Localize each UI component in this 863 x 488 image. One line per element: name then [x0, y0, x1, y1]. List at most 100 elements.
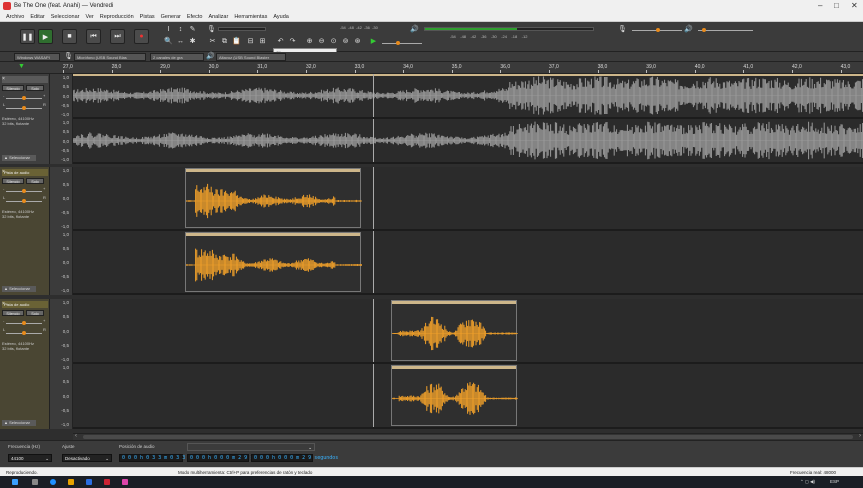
zoom-out-icon[interactable]: ⊖: [317, 37, 326, 46]
project-rate-select[interactable]: 44100 ⌄: [8, 454, 52, 462]
play-speed-slider[interactable]: [382, 43, 422, 44]
play-speed-knob[interactable]: [396, 41, 400, 45]
file-explorer-icon[interactable]: [68, 479, 74, 485]
language-indicator[interactable]: ESP: [830, 479, 839, 484]
record-meter[interactable]: [218, 27, 266, 31]
track-close-icon[interactable]: ×: [2, 301, 5, 307]
track-select-button[interactable]: ▲ Seleccionar: [2, 286, 36, 292]
scroll-right-icon[interactable]: ›: [859, 433, 861, 439]
audio-clip[interactable]: [391, 365, 518, 426]
waveform-lane[interactable]: [73, 119, 863, 164]
selection-range-select[interactable]: ⌄: [187, 443, 315, 451]
gain-knob[interactable]: [22, 189, 26, 193]
mute-button[interactable]: Silencio: [2, 178, 24, 184]
horizontal-scrollbar[interactable]: ‹ ›: [73, 433, 863, 440]
store-icon[interactable]: [86, 479, 92, 485]
menu-herramientas[interactable]: Herramientas: [234, 14, 267, 20]
copy-icon[interactable]: ⧉: [220, 37, 229, 46]
redo-icon[interactable]: ↷: [288, 37, 297, 46]
clip-title-bar[interactable]: [186, 169, 360, 172]
menu-pistas[interactable]: Pistas: [140, 14, 155, 20]
tray-icons[interactable]: ⌃ ◻ ◀): [800, 479, 815, 485]
zoom-tool-icon[interactable]: 🔍: [164, 37, 173, 46]
waveform-lane[interactable]: [73, 167, 863, 231]
mute-button[interactable]: Silencio: [2, 310, 24, 316]
record-volume-knob[interactable]: [656, 28, 660, 32]
audio-clip[interactable]: [391, 300, 518, 361]
pan-knob[interactable]: [22, 199, 26, 203]
selection-tool-icon[interactable]: I: [164, 25, 173, 34]
snap-select[interactable]: Desactivado ⌄: [62, 454, 112, 462]
audio-host-select[interactable]: Windows WASAPI: [14, 53, 60, 61]
track-name-menu[interactable]: Pista de audio: [2, 301, 48, 308]
menu-ayuda[interactable]: Ayuda: [273, 14, 289, 20]
clip-title-bar[interactable]: [392, 366, 516, 369]
clip-title-bar[interactable]: [392, 301, 516, 304]
waveform-lane[interactable]: [73, 231, 863, 295]
pan-knob[interactable]: [22, 106, 26, 110]
waveform-lane[interactable]: [73, 364, 863, 429]
fit-project-icon[interactable]: ⊚: [341, 37, 350, 46]
gain-knob[interactable]: [22, 321, 26, 325]
track-name-menu[interactable]: [2, 76, 48, 83]
close-button[interactable]: ✕: [851, 1, 858, 10]
gain-knob[interactable]: [22, 96, 26, 100]
paste-icon[interactable]: 📋: [232, 37, 241, 46]
zoom-toggle-icon[interactable]: ⊛: [353, 37, 362, 46]
clip-title-bar[interactable]: [186, 233, 360, 236]
pan-knob[interactable]: [22, 331, 26, 335]
solo-button[interactable]: Solo: [26, 178, 44, 184]
play-meter[interactable]: [424, 27, 594, 31]
playback-volume-slider[interactable]: [698, 30, 753, 31]
menu-analizar[interactable]: Analizar: [208, 14, 228, 20]
menu-efecto[interactable]: Efecto: [187, 14, 203, 20]
multi-tool-icon[interactable]: ✱: [188, 37, 197, 46]
track-close-icon[interactable]: ×: [2, 169, 5, 175]
track-select-button[interactable]: ▲ Seleccionar: [2, 155, 36, 161]
audio-clip[interactable]: [185, 168, 362, 228]
mute-button[interactable]: Silencio: [2, 85, 24, 91]
track-name-menu[interactable]: Pista de audio: [2, 169, 48, 176]
solo-button[interactable]: Solo: [26, 310, 44, 316]
app-task-icon[interactable]: [122, 479, 128, 485]
clip-header[interactable]: [73, 74, 863, 76]
search-icon[interactable]: [32, 479, 38, 485]
audio-position-field[interactable]: 0 0 0 h 0 3 3 m 0 3 3 segundos: [119, 454, 212, 462]
fit-selection-icon[interactable]: ⊙: [329, 37, 338, 46]
draw-tool-icon[interactable]: ✎: [188, 25, 197, 34]
timeline-ruler[interactable]: ▼ 27,0 28,0 29,0 30,0 31,0 32,0 33,0 34,0 35,0 36…: [0, 62, 863, 74]
cut-icon[interactable]: ✂: [208, 37, 217, 46]
start-icon[interactable]: [12, 479, 18, 485]
selection-start-field[interactable]: 0 0 0 h 0 0 0 m 2 9 segundos: [187, 454, 274, 462]
track-select-button[interactable]: ▲ Seleccionar: [2, 420, 36, 426]
zoom-in-icon[interactable]: ⊕: [305, 37, 314, 46]
audacity-task-icon[interactable]: [104, 479, 110, 485]
playback-device-select[interactable]: Altavoz (USB Sound Blaster: [216, 53, 286, 61]
skip-start-button[interactable]: ⏮: [86, 29, 101, 44]
play-button[interactable]: ▶: [38, 29, 53, 44]
timeshift-tool-icon[interactable]: ↔: [176, 37, 185, 46]
menu-ver[interactable]: Ver: [85, 14, 93, 20]
audio-clip[interactable]: [185, 232, 362, 292]
playback-volume-knob[interactable]: [702, 28, 706, 32]
minimize-button[interactable]: –: [818, 1, 822, 10]
menu-archivo[interactable]: Archivo: [6, 14, 24, 20]
track-close-icon[interactable]: ×: [2, 76, 5, 82]
play-at-speed-icon[interactable]: ▶: [369, 37, 378, 46]
waveform-lane[interactable]: [73, 74, 863, 119]
trim-icon[interactable]: ⊟: [246, 37, 255, 46]
pause-button[interactable]: ❚❚: [20, 29, 35, 44]
menu-generar[interactable]: Generar: [161, 14, 181, 20]
stop-button[interactable]: ■: [62, 29, 77, 44]
undo-icon[interactable]: ↶: [276, 37, 285, 46]
menu-editar[interactable]: Editar: [30, 14, 44, 20]
envelope-tool-icon[interactable]: ↕: [176, 25, 185, 34]
recording-device-select[interactable]: Micrófono (USB Sound Blas: [74, 53, 146, 61]
skip-end-button[interactable]: ⏭: [110, 29, 125, 44]
menu-seleccionar[interactable]: Seleccionar: [51, 14, 80, 20]
maximize-button[interactable]: □: [834, 1, 839, 10]
record-button[interactable]: ●: [134, 29, 149, 44]
menu-reproduccion[interactable]: Reproducción: [100, 14, 134, 20]
edge-icon[interactable]: [50, 479, 56, 485]
recording-channels-select[interactable]: 2 canales de gra: [150, 53, 204, 61]
